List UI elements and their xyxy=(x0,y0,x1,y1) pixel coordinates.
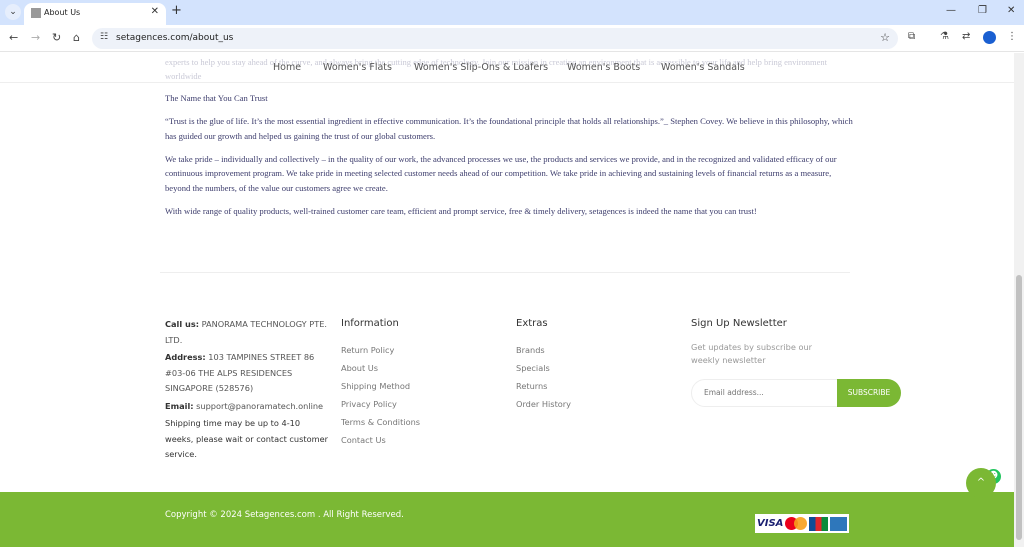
copyright-text: Copyright © 2024 Setagences.com . All Ri… xyxy=(165,510,404,520)
link-return-policy[interactable]: Return Policy xyxy=(341,341,420,359)
favicon-icon xyxy=(31,8,41,18)
url-text: setagences.com/about_us xyxy=(116,33,234,43)
home-icon[interactable]: ⌂ xyxy=(73,31,80,44)
menu-home[interactable]: Home xyxy=(273,62,301,73)
information-title: Information xyxy=(341,318,399,329)
link-about-us[interactable]: About Us xyxy=(341,359,420,377)
profile-avatar[interactable] xyxy=(983,31,996,44)
restore-button[interactable]: ❐ xyxy=(978,5,987,16)
divider xyxy=(160,272,850,273)
menu-icon[interactable]: ⋮ xyxy=(1007,31,1017,42)
section-heading: The Name that You Can Trust xyxy=(165,93,268,103)
menu-womens-flats[interactable]: Women's Flats xyxy=(323,62,392,73)
paragraph: “Trust is the glue of life. It’s the mos… xyxy=(165,116,853,141)
page-content: experts to help you stay ahead of the cu… xyxy=(0,53,1014,547)
link-contact-us[interactable]: Contact Us xyxy=(341,431,420,449)
forward-icon[interactable]: → xyxy=(31,31,40,44)
information-column: Information Return Policy About Us Shipp… xyxy=(341,317,420,449)
contact-column: Call us: PANORAMA TECHNOLOGY PTE. LTD. A… xyxy=(165,317,330,463)
link-specials[interactable]: Specials xyxy=(516,359,571,377)
shipping-note: Shipping time may be up to 4-10 weeks, p… xyxy=(165,418,328,459)
call-label: Call us: xyxy=(165,319,199,329)
link-brands[interactable]: Brands xyxy=(516,341,571,359)
newsletter-form: SUBSCRIBE xyxy=(691,378,901,407)
link-terms[interactable]: Terms & Conditions xyxy=(341,413,420,431)
menu-womens-sandals[interactable]: Women's Sandals xyxy=(661,62,745,73)
payment-cards: VISA xyxy=(755,514,849,533)
link-order-history[interactable]: Order History xyxy=(516,395,571,413)
address-bar[interactable]: ☷ setagences.com/about_us ☆ xyxy=(92,28,898,49)
extras-column: Extras Brands Specials Returns Order His… xyxy=(516,317,571,413)
labs-icon[interactable]: ⚗ xyxy=(940,31,949,42)
reload-icon[interactable]: ↻ xyxy=(52,31,61,44)
tab-title: About Us xyxy=(44,8,81,17)
about-content: The Name that You Can Trust “Trust is th… xyxy=(165,91,855,227)
scrollbar[interactable] xyxy=(1014,53,1024,547)
menu-womens-boots[interactable]: Women's Boots xyxy=(567,62,640,73)
tab-about-us[interactable]: About Us ✕ xyxy=(24,3,166,25)
newsletter-description: Get updates by subscribe our weekly news… xyxy=(691,341,813,365)
paragraph: We take pride – individually and collect… xyxy=(165,153,837,193)
bookmark-star-icon[interactable]: ☆ xyxy=(880,31,890,44)
extras-title: Extras xyxy=(516,318,548,329)
newsletter-email-input[interactable] xyxy=(691,378,851,407)
close-tab-icon[interactable]: ✕ xyxy=(151,6,159,17)
newsletter-column: Sign Up Newsletter Get updates by subscr… xyxy=(691,317,911,407)
link-privacy-policy[interactable]: Privacy Policy xyxy=(341,395,420,413)
site-info-icon[interactable]: ☷ xyxy=(100,32,108,42)
paragraph: With wide range of quality products, wel… xyxy=(165,206,757,217)
extensions-icon[interactable]: ⧉ xyxy=(908,31,915,42)
subscribe-button[interactable]: SUBSCRIBE xyxy=(837,378,901,407)
scroll-to-top-button[interactable]: ^ xyxy=(966,468,996,498)
jcb-icon xyxy=(808,516,828,531)
footer-bar: Copyright © 2024 Setagences.com . All Ri… xyxy=(0,492,1014,547)
tab-bar: ⌄ About Us ✕ + — ❐ ✕ xyxy=(0,0,1024,25)
back-icon[interactable]: ← xyxy=(9,31,18,44)
link-shipping-method[interactable]: Shipping Method xyxy=(341,377,420,395)
close-window-button[interactable]: ✕ xyxy=(1007,5,1015,16)
minimize-button[interactable]: — xyxy=(946,5,956,16)
main-menu: Home Women's Flats Women's Slip-Ons & Lo… xyxy=(0,53,1014,83)
translate-icon[interactable]: ⇄ xyxy=(962,31,970,42)
email-label: Email: xyxy=(165,400,194,411)
mastercard-icon xyxy=(785,517,808,530)
new-tab-button[interactable]: + xyxy=(171,3,182,18)
newsletter-title: Sign Up Newsletter xyxy=(691,318,787,329)
email-value[interactable]: support@panoramatech.online xyxy=(196,401,323,411)
visa-icon: VISA xyxy=(757,518,784,529)
address-label: Address: xyxy=(165,352,206,362)
chevron-up-icon: ^ xyxy=(976,477,986,488)
link-returns[interactable]: Returns xyxy=(516,377,571,395)
scrollbar-thumb[interactable] xyxy=(1016,275,1022,540)
menu-womens-slip-ons[interactable]: Women's Slip-Ons & Loafers xyxy=(414,62,548,73)
amex-icon xyxy=(829,516,848,531)
browser-toolbar: ← → ↻ ⌂ ☷ setagences.com/about_us ☆ ⧉ ⚗ … xyxy=(0,25,1024,52)
tab-search-button[interactable]: ⌄ xyxy=(5,4,21,20)
